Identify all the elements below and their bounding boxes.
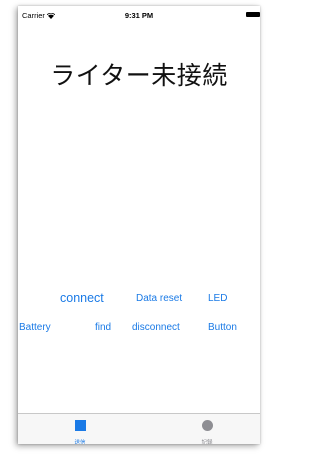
tab-record[interactable]: 記録 <box>177 418 237 444</box>
battery-button[interactable]: Battery <box>19 322 51 333</box>
tab-send[interactable]: 送信 <box>50 418 110 444</box>
tab-bar: 送信 記録 <box>18 413 260 444</box>
phone-screen: Carrier 9:31 PM ライター未接続 connect Data res… <box>18 6 260 444</box>
status-bar: Carrier 9:31 PM <box>18 6 260 22</box>
app-stage: Carrier 9:31 PM ライター未接続 connect Data res… <box>0 0 264 454</box>
square-icon <box>74 420 86 431</box>
tab-send-label: 送信 <box>74 440 86 444</box>
find-button[interactable]: find <box>95 322 111 333</box>
led-button[interactable]: LED <box>208 293 227 304</box>
status-time: 9:31 PM <box>124 11 154 20</box>
tab-record-label: 記録 <box>201 440 213 444</box>
connect-button[interactable]: connect <box>60 291 104 305</box>
battery-icon <box>246 12 260 17</box>
connection-status-title: ライター未接続 <box>50 62 228 90</box>
button-button[interactable]: Button <box>208 322 237 333</box>
disconnect-button[interactable]: disconnect <box>132 322 180 333</box>
circle-icon <box>201 420 213 431</box>
data-reset-button[interactable]: Data reset <box>136 293 182 304</box>
